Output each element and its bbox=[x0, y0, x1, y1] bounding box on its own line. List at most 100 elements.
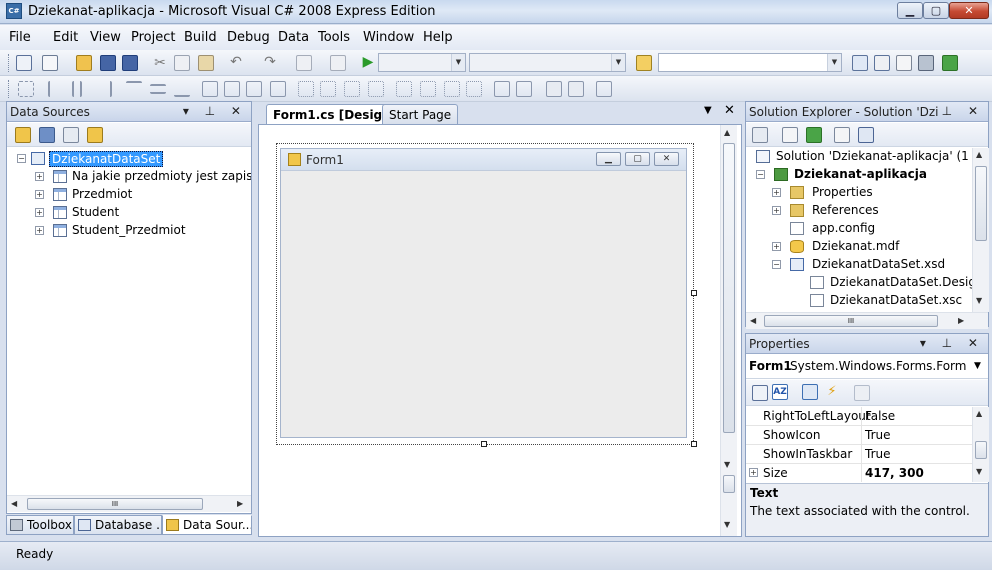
vertical-scrollbar[interactable]: ▲ ▼ bbox=[972, 407, 989, 482]
make-same-size-icon[interactable] bbox=[270, 81, 286, 97]
close-button[interactable]: ✕ bbox=[949, 2, 989, 19]
save-all-icon[interactable] bbox=[122, 55, 138, 71]
scroll-up-icon[interactable]: ▲ bbox=[976, 150, 982, 159]
scroll-thumb[interactable] bbox=[723, 143, 735, 433]
save-icon[interactable] bbox=[100, 55, 116, 71]
maximize-button[interactable]: ▢ bbox=[923, 2, 949, 19]
find-in-files-icon[interactable] bbox=[636, 55, 652, 71]
menu-file[interactable]: File bbox=[9, 30, 31, 45]
property-row[interactable]: ShowIcon True bbox=[746, 426, 972, 445]
resize-handle-right[interactable] bbox=[691, 290, 697, 296]
edit-dataset-icon[interactable] bbox=[39, 127, 55, 143]
add-data-source-icon[interactable] bbox=[15, 127, 31, 143]
tab-data-sources[interactable]: Data Sour... bbox=[162, 515, 252, 535]
scroll-up-icon[interactable]: ▲ bbox=[724, 128, 730, 137]
solution-configuration-combo[interactable]: ▼ bbox=[378, 53, 466, 72]
expand-icon[interactable]: + bbox=[749, 468, 758, 477]
panel-controls[interactable]: ⊥ ✕ bbox=[942, 104, 984, 118]
configure-dataset-icon[interactable] bbox=[63, 127, 79, 143]
scroll-thumb[interactable] bbox=[975, 441, 987, 459]
tab-toolbox[interactable]: Toolbox bbox=[6, 515, 74, 535]
tab-start-page[interactable]: Start Page bbox=[382, 104, 459, 124]
toolbox-icon[interactable] bbox=[918, 55, 934, 71]
align-rights-icon[interactable] bbox=[96, 81, 112, 97]
vertical-scrollbar[interactable]: ▲ ▼ bbox=[972, 148, 989, 312]
scroll-thumb[interactable] bbox=[975, 166, 987, 241]
increase-horizontal-spacing-icon[interactable] bbox=[320, 81, 336, 97]
scroll-thumb[interactable]: III bbox=[27, 498, 203, 510]
navigate-forward-icon[interactable] bbox=[330, 55, 346, 71]
navigate-backward-icon[interactable] bbox=[296, 55, 312, 71]
scroll-left-icon[interactable]: ◀ bbox=[11, 499, 17, 508]
scroll-up-icon[interactable]: ▲ bbox=[976, 409, 982, 418]
paste-icon[interactable] bbox=[198, 55, 214, 71]
size-to-grid-icon[interactable] bbox=[246, 81, 262, 97]
tree-node-dataset-xsc[interactable]: DziekanatDataSet.xsc bbox=[810, 292, 972, 310]
resize-handle-bottom[interactable] bbox=[481, 441, 487, 447]
expand-icon[interactable]: + bbox=[35, 172, 44, 181]
align-lefts-icon[interactable] bbox=[48, 81, 64, 97]
scroll-right-icon[interactable]: ▶ bbox=[237, 499, 243, 508]
show-all-files-icon[interactable] bbox=[782, 127, 798, 143]
expand-icon[interactable]: + bbox=[35, 226, 44, 235]
remove-horizontal-spacing-icon[interactable] bbox=[368, 81, 384, 97]
cut-icon[interactable]: ✂ bbox=[152, 55, 168, 71]
expand-icon[interactable]: + bbox=[772, 242, 781, 251]
new-project-icon[interactable] bbox=[16, 55, 32, 71]
property-row[interactable]: RightToLeftLayout False bbox=[746, 407, 972, 426]
alphabetical-icon[interactable]: AZ bbox=[772, 384, 788, 400]
expand-icon[interactable]: + bbox=[772, 206, 781, 215]
scroll-down-icon[interactable]: ▼ bbox=[724, 460, 730, 469]
horizontal-scrollbar[interactable]: ◀ III ▶ bbox=[746, 312, 988, 329]
vertical-scrollbar[interactable]: ▲ ▼ ▼ bbox=[720, 125, 737, 536]
resize-handle-corner[interactable] bbox=[691, 441, 697, 447]
scroll-left-icon[interactable]: ◀ bbox=[750, 316, 756, 325]
bring-to-front-icon[interactable] bbox=[546, 81, 562, 97]
solution-platform-combo[interactable]: ▼ bbox=[469, 53, 626, 72]
tree-node-project[interactable]: − Dziekanat-aplikacja bbox=[754, 166, 972, 184]
menu-help[interactable]: Help bbox=[423, 30, 453, 45]
scroll-down-icon[interactable]: ▼ bbox=[724, 520, 730, 529]
expand-icon[interactable]: + bbox=[772, 188, 781, 197]
solution-explorer-icon[interactable] bbox=[852, 55, 868, 71]
panel-controls[interactable]: ▾ ⊥ ✕ bbox=[920, 336, 984, 350]
tree-node-dataset-designer[interactable]: DziekanatDataSet.Designer bbox=[810, 274, 972, 292]
tab-database-explorer[interactable]: Database ... bbox=[74, 515, 162, 535]
property-pages-icon[interactable] bbox=[854, 385, 870, 401]
copy-icon[interactable] bbox=[174, 55, 190, 71]
object-selector[interactable]: Form1 System.Windows.Forms.Form ▼ bbox=[746, 355, 988, 379]
align-to-grid-icon[interactable] bbox=[18, 81, 34, 97]
form1-designer[interactable]: Form1 ▁ ▢ ✕ bbox=[280, 148, 687, 438]
panel-controls[interactable]: ▾ ⊥ ✕ bbox=[183, 104, 247, 118]
tree-node-przedmiot[interactable]: + Przedmiot bbox=[15, 186, 245, 204]
collapse-icon[interactable]: − bbox=[772, 260, 781, 269]
horizontal-scrollbar[interactable]: ◀ III ▶ bbox=[7, 495, 251, 512]
properties-view-icon[interactable] bbox=[802, 384, 818, 400]
toolbar-grip[interactable] bbox=[8, 54, 11, 72]
properties-icon[interactable] bbox=[752, 127, 768, 143]
minimize-button[interactable]: ▁ bbox=[897, 2, 923, 19]
menu-tools[interactable]: Tools bbox=[318, 30, 350, 45]
document-list-icon[interactable]: ▼ bbox=[704, 105, 712, 116]
scroll-thumb-secondary[interactable] bbox=[723, 475, 735, 493]
categorized-icon[interactable] bbox=[752, 385, 768, 401]
tree-node-properties[interactable]: + Properties bbox=[770, 184, 970, 202]
close-document-icon[interactable]: ✕ bbox=[724, 103, 735, 118]
menu-data[interactable]: Data bbox=[278, 30, 309, 45]
scroll-down-icon[interactable]: ▼ bbox=[976, 467, 982, 476]
menu-debug[interactable]: Debug bbox=[227, 30, 270, 45]
make-same-height-icon[interactable] bbox=[224, 81, 240, 97]
tree-node-dataset-xsd[interactable]: − DziekanatDataSet.xsd bbox=[770, 256, 970, 274]
tree-node-query[interactable]: + Na jakie przedmioty jest zapisany s bbox=[15, 168, 251, 186]
tree-node-dataset[interactable]: − DziekanatDataSet bbox=[15, 150, 245, 168]
vertical-spacing-equal-icon[interactable] bbox=[396, 81, 412, 97]
scroll-thumb[interactable]: III bbox=[764, 315, 938, 327]
events-icon[interactable]: ⚡ bbox=[824, 384, 840, 400]
align-middles-icon[interactable] bbox=[150, 84, 166, 94]
redo-icon[interactable]: ↷ bbox=[262, 54, 278, 70]
center-horizontally-icon[interactable] bbox=[494, 81, 510, 97]
send-to-back-icon[interactable] bbox=[568, 81, 584, 97]
align-bottoms-icon[interactable] bbox=[174, 81, 190, 97]
scroll-right-icon[interactable]: ▶ bbox=[958, 316, 964, 325]
increase-vertical-spacing-icon[interactable] bbox=[420, 81, 436, 97]
